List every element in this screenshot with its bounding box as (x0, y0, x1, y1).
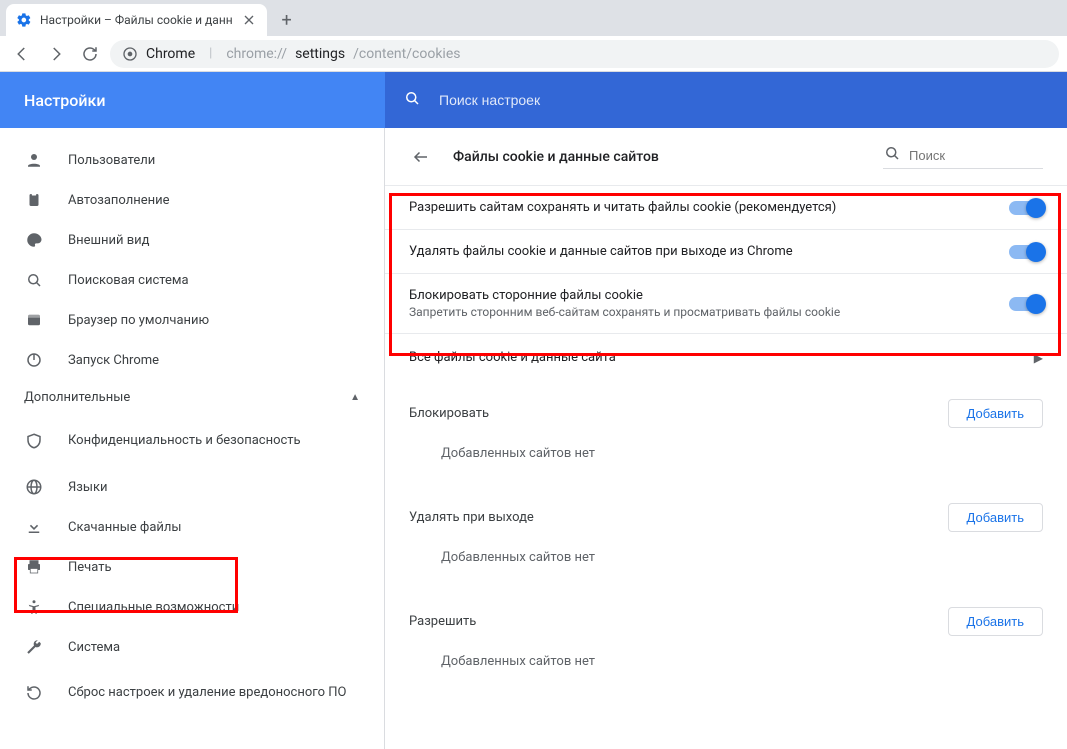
toggle-block-third-party[interactable] (1009, 297, 1043, 311)
sidebar-item-search[interactable]: Поисковая система (0, 260, 384, 300)
power-icon (24, 350, 44, 370)
url-host: chrome:// (226, 46, 287, 62)
toggle-allow-cookies[interactable] (1009, 201, 1043, 215)
browser-icon (24, 310, 44, 330)
reload-button[interactable] (76, 40, 104, 68)
url-scheme: Chrome (146, 46, 195, 62)
browser-tabstrip: Настройки – Файлы cookie и данн + (0, 0, 1067, 36)
chevron-right-icon: ▶ (1034, 351, 1043, 365)
block-empty: Добавленных сайтов нет (385, 438, 1067, 485)
wrench-icon (24, 637, 44, 657)
sidebar-item-accessibility[interactable]: Специальные возможности (0, 587, 384, 627)
sidebar-item-reset[interactable]: Сброс настроек и удаление вредоносного П… (0, 667, 384, 719)
globe-icon (24, 477, 44, 497)
setting-allow-cookies: Разрешить сайтам сохранять и читать файл… (385, 185, 1067, 229)
setting-clear-on-exit: Удалять файлы cookie и данные сайтов при… (385, 229, 1067, 273)
clipboard-icon (24, 190, 44, 210)
settings-sidebar: Пользователи Автозаполнение Внешний вид … (0, 128, 385, 749)
sidebar-item-startup[interactable]: Запуск Chrome (0, 340, 384, 380)
page-title: Файлы cookie и данные сайтов (453, 149, 863, 165)
browser-toolbar: Chrome | chrome://settings/content/cooki… (0, 36, 1067, 72)
add-allow-button[interactable]: Добавить (948, 607, 1043, 636)
toggle-clear-on-exit[interactable] (1009, 245, 1043, 259)
shield-icon (24, 431, 44, 451)
sidebar-item-default-browser[interactable]: Браузер по умолчанию (0, 300, 384, 340)
sidebar-item-print[interactable]: Печать (0, 547, 384, 587)
sidebar-item-downloads[interactable]: Скачанные файлы (0, 507, 384, 547)
search-icon (883, 144, 901, 166)
browser-tab[interactable]: Настройки – Файлы cookie и данн (6, 4, 267, 36)
chevron-up-icon: ▲ (350, 392, 360, 403)
gear-icon (16, 12, 32, 28)
section-block: Блокировать Добавить (385, 381, 1067, 438)
close-icon[interactable] (241, 12, 257, 28)
palette-icon (24, 230, 44, 250)
section-clear-on-exit: Удалять при выходе Добавить (385, 485, 1067, 542)
download-icon (24, 517, 44, 537)
sidebar-item-privacy[interactable]: Конфиденциальность и безопасность (0, 415, 384, 467)
search-icon (403, 89, 421, 111)
settings-search-bar[interactable] (385, 72, 1067, 128)
forward-button[interactable] (42, 40, 70, 68)
chrome-icon (122, 46, 138, 62)
tab-title: Настройки – Файлы cookie и данн (40, 13, 233, 27)
restore-icon (24, 683, 44, 703)
accessibility-icon (24, 597, 44, 617)
sidebar-section-advanced[interactable]: Дополнительные ▲ (0, 380, 384, 415)
section-allow: Разрешить Добавить (385, 589, 1067, 646)
new-tab-button[interactable]: + (273, 6, 301, 34)
sidebar-item-users[interactable]: Пользователи (0, 140, 384, 180)
setting-block-third-party: Блокировать сторонние файлы cookie Запре… (385, 273, 1067, 333)
add-clear-button[interactable]: Добавить (948, 503, 1043, 532)
allow-empty: Добавленных сайтов нет (385, 646, 1067, 693)
add-block-button[interactable]: Добавить (948, 399, 1043, 428)
settings-search-input[interactable] (439, 92, 1049, 108)
settings-title: Настройки (0, 91, 385, 110)
sidebar-item-system[interactable]: Система (0, 627, 384, 667)
sidebar-item-autofill[interactable]: Автозаполнение (0, 180, 384, 220)
print-icon (24, 557, 44, 577)
sidebar-item-appearance[interactable]: Внешний вид (0, 220, 384, 260)
sidebar-item-languages[interactable]: Языки (0, 467, 384, 507)
all-cookies-link[interactable]: Все файлы cookie и данные сайта ▶ (385, 333, 1067, 381)
back-button[interactable] (8, 40, 36, 68)
page-back-button[interactable] (409, 145, 433, 169)
person-icon (24, 150, 44, 170)
page-search-input[interactable] (909, 148, 1029, 163)
settings-main: Файлы cookie и данные сайтов Разрешить с… (385, 128, 1067, 749)
address-bar[interactable]: Chrome | chrome://settings/content/cooki… (110, 40, 1059, 68)
settings-header: Настройки (0, 72, 1067, 128)
search-icon (24, 270, 44, 290)
page-search[interactable] (883, 144, 1043, 169)
clear-empty: Добавленных сайтов нет (385, 542, 1067, 589)
